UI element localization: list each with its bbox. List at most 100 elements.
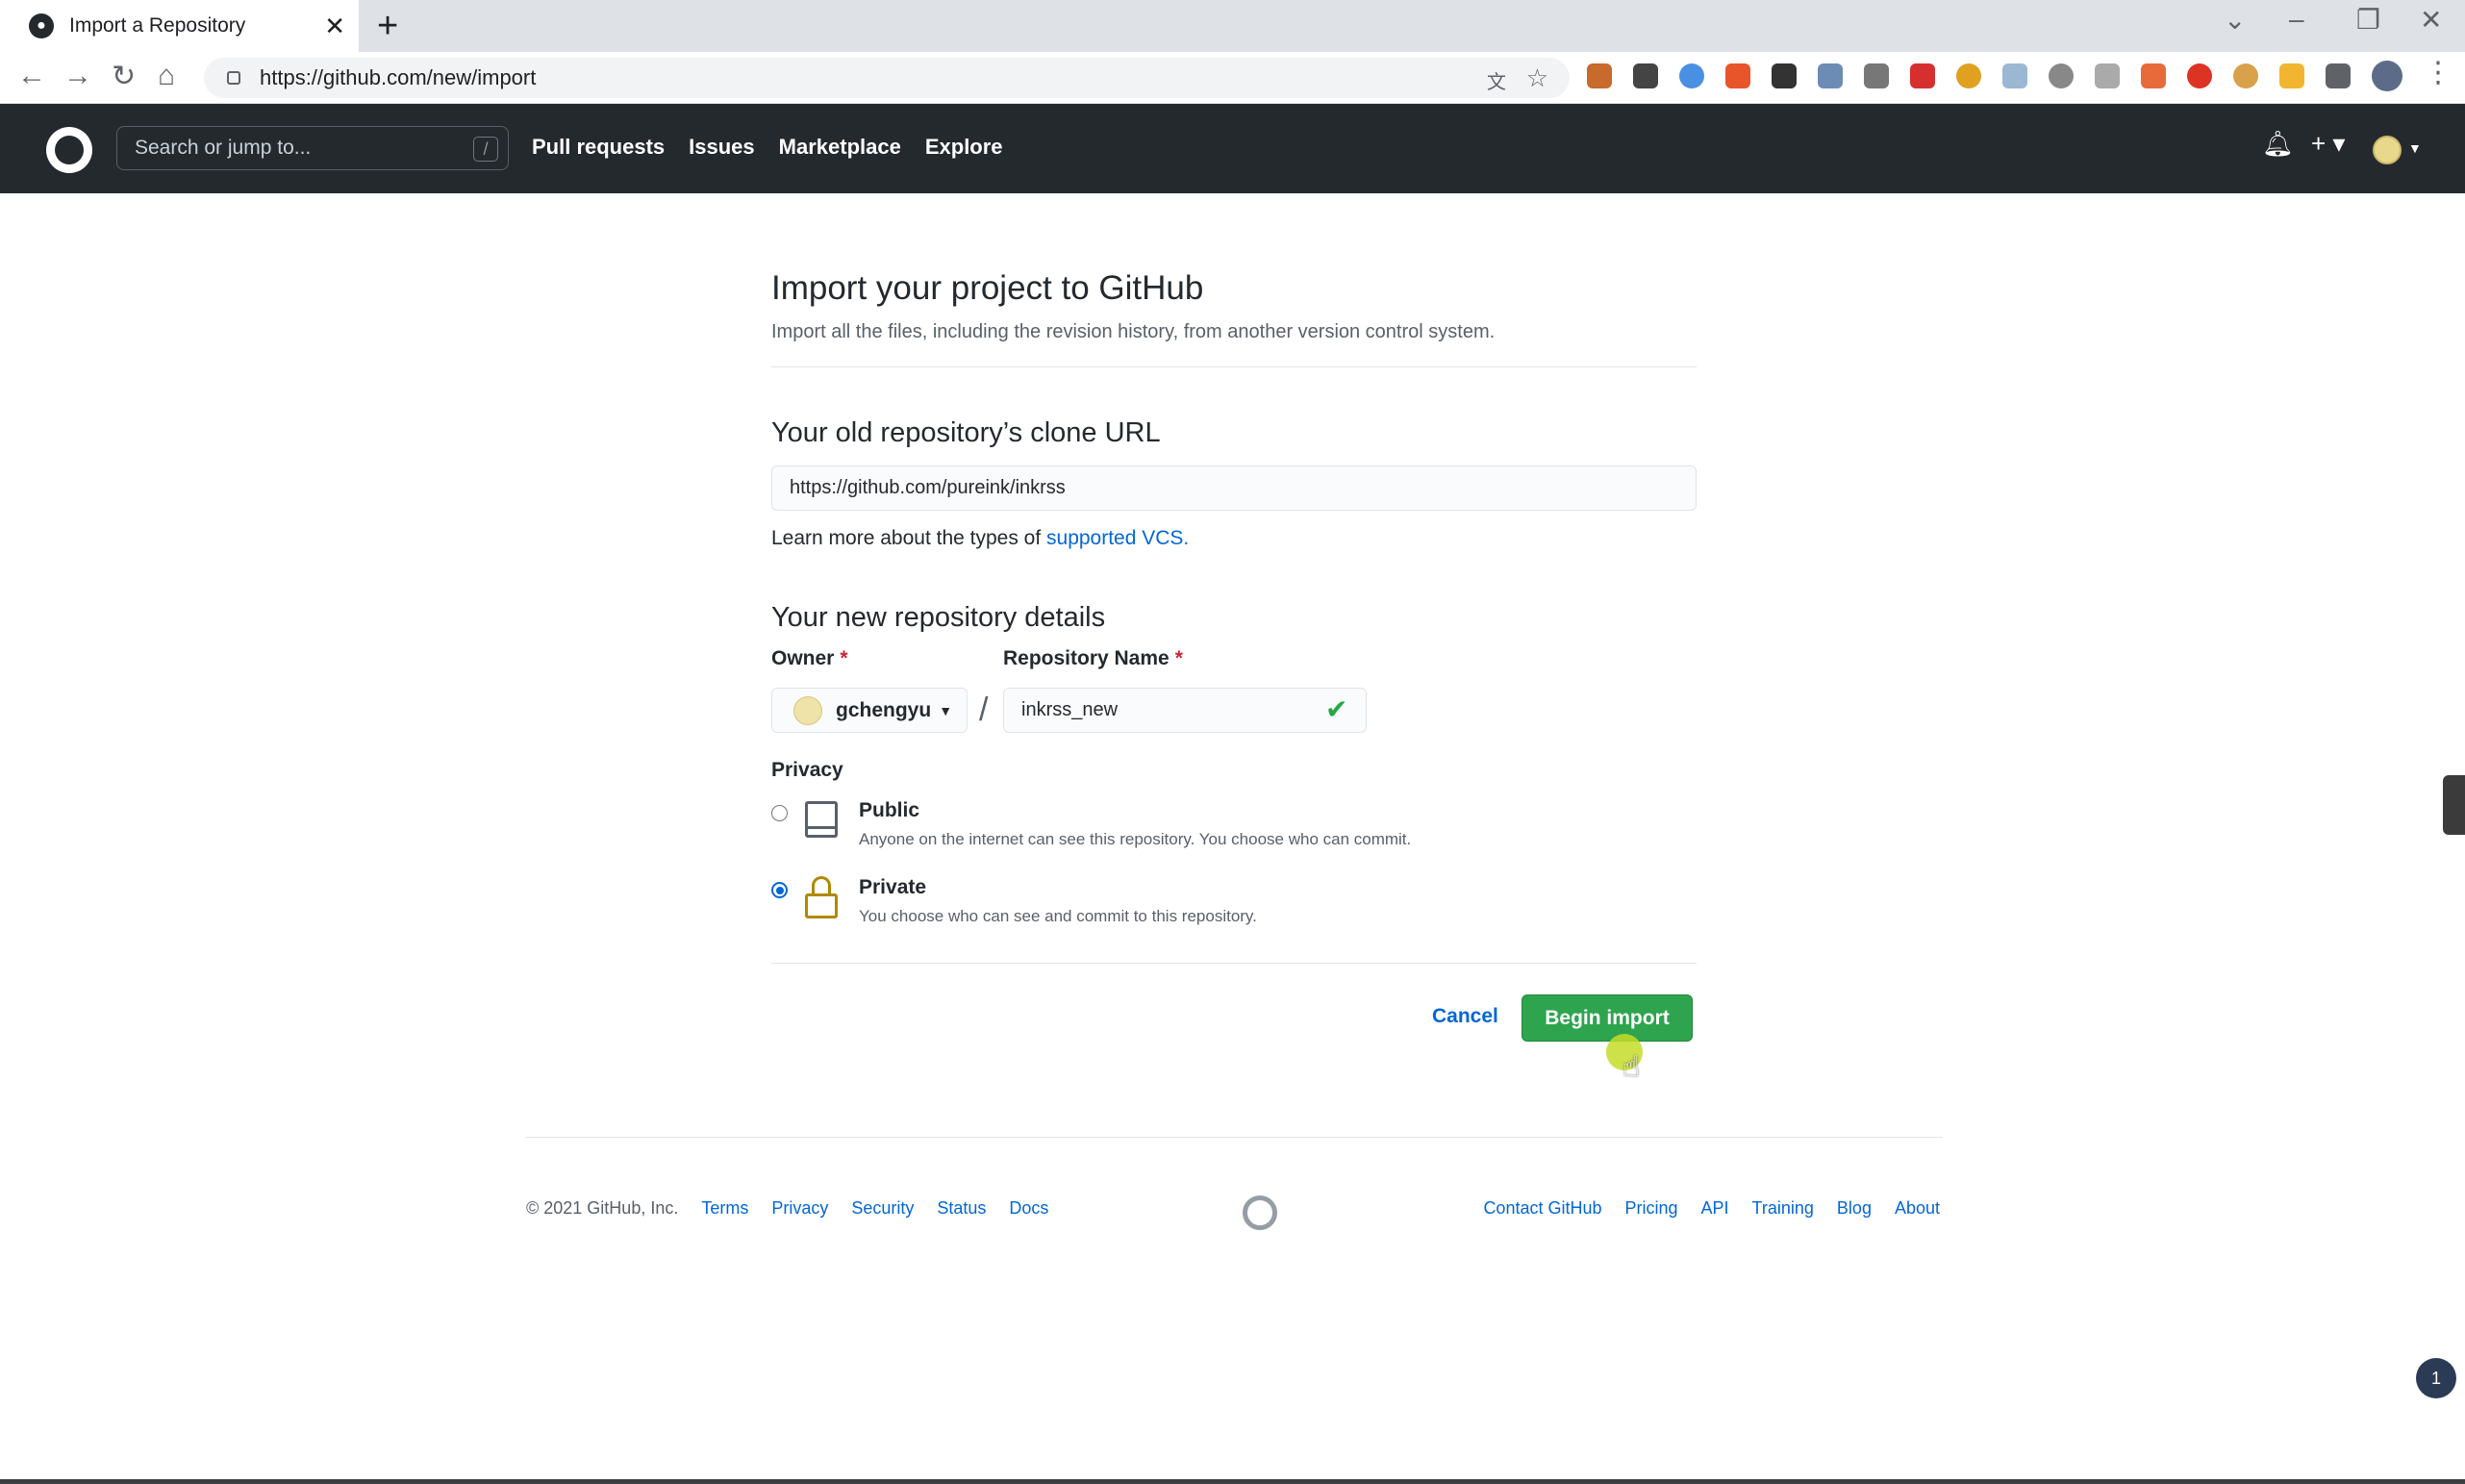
form-actions: Cancel Begin import <box>771 964 1697 1050</box>
repo-label-text: Repository Name <box>1003 647 1170 669</box>
privacy-public-option[interactable]: Public Anyone on the internet can see th… <box>771 799 1411 849</box>
vcs-hint: Learn more about the types of supported … <box>771 527 1697 550</box>
restore-icon[interactable]: ❐ <box>2356 4 2380 36</box>
footer-link-security[interactable]: Security <box>851 1198 914 1219</box>
extension-icon[interactable] <box>1725 63 1750 88</box>
repo-book-icon <box>805 799 838 843</box>
public-description: Anyone on the internet can see this repo… <box>859 830 1412 848</box>
extensions-puzzle-icon[interactable] <box>2326 63 2351 88</box>
taskbar-edge <box>0 1479 2465 1484</box>
footer-link-training[interactable]: Training <box>1752 1198 1814 1219</box>
footer-link-docs[interactable]: Docs <box>1009 1198 1048 1219</box>
extension-icon[interactable] <box>1772 63 1797 88</box>
profile-dropdown-icon[interactable]: ⌄ <box>2224 4 2246 36</box>
home-icon[interactable]: ⌂ <box>158 60 175 92</box>
nav-explore[interactable]: Explore <box>925 135 1003 160</box>
browser-tab[interactable]: ● Import a Repository ✕ <box>0 0 359 52</box>
extension-icon[interactable] <box>1679 63 1704 88</box>
owner-avatar <box>793 695 822 725</box>
clone-url-heading: Your old repository’s clone URL <box>771 417 1161 448</box>
profile-avatar[interactable] <box>2372 61 2402 91</box>
import-form: Import your project to GitHub Import all… <box>771 260 1697 1050</box>
github-logo-icon[interactable] <box>46 127 92 173</box>
close-tab-icon[interactable]: ✕ <box>324 12 345 41</box>
public-title: Public <box>859 799 920 821</box>
lock-icon[interactable] <box>227 71 240 85</box>
close-window-icon[interactable]: ✕ <box>2420 4 2442 36</box>
extension-icon[interactable] <box>2002 63 2027 88</box>
extension-icon[interactable] <box>2141 63 2166 88</box>
public-radio[interactable] <box>771 805 788 821</box>
private-title: Private <box>859 876 927 898</box>
owner-name: gchengyu <box>836 698 932 721</box>
extensions-bar <box>1587 61 2402 91</box>
bookmark-star-icon[interactable]: ☆ <box>1526 63 1548 93</box>
extension-icon[interactable] <box>2279 63 2304 88</box>
copyright: © 2021 GitHub, Inc. <box>526 1198 679 1218</box>
footer-link-privacy[interactable]: Privacy <box>771 1198 828 1219</box>
minimize-icon[interactable]: – <box>2289 4 2304 35</box>
begin-import-button[interactable]: Begin import <box>1522 994 1693 1042</box>
private-radio[interactable] <box>771 882 788 898</box>
extension-icon[interactable] <box>2187 63 2212 88</box>
extension-icon[interactable] <box>2049 63 2074 88</box>
repo-name-input[interactable] <box>1003 688 1367 733</box>
footer-link-status[interactable]: Status <box>937 1198 986 1219</box>
cancel-button[interactable]: Cancel <box>1432 1005 1498 1028</box>
extension-icon[interactable] <box>1956 63 1981 88</box>
user-avatar[interactable] <box>2373 136 2402 164</box>
search-shortcut-key: / <box>473 137 498 162</box>
extension-icon[interactable] <box>1864 63 1889 88</box>
translate-icon[interactable]: 文 <box>1487 66 1506 94</box>
reload-icon[interactable]: ↻ <box>112 60 136 93</box>
extension-icon[interactable] <box>2095 63 2120 88</box>
side-panel-handle[interactable] <box>2443 775 2465 835</box>
page-subtitle: Import all the files, including the revi… <box>771 321 1496 342</box>
nav-marketplace[interactable]: Marketplace <box>779 135 901 160</box>
footer-link-terms[interactable]: Terms <box>701 1198 748 1219</box>
address-bar[interactable]: https://github.com/new/import 文 ☆ <box>204 58 1570 98</box>
forward-icon[interactable]: → <box>63 60 92 92</box>
footer-link-contact[interactable]: Contact GitHub <box>1483 1198 1601 1219</box>
owner-label-text: Owner <box>771 647 835 669</box>
chevron-down-icon[interactable]: ▼ <box>2408 140 2422 156</box>
vcs-hint-text: Learn more about the types of <box>771 527 1047 549</box>
required-mark: * <box>1174 647 1183 669</box>
owner-repo-separator: / <box>979 692 989 728</box>
owner-select-button[interactable]: gchengyu ▼ <box>771 688 968 733</box>
privacy-options: Public Anyone on the internet can see th… <box>771 799 1697 963</box>
github-header: / Pull requests Issues Marketplace Explo… <box>0 104 2465 193</box>
valid-check-icon: ✔ <box>1325 694 1348 724</box>
footer-divider <box>526 1137 1943 1138</box>
chevron-down-icon: ▼ <box>939 702 953 718</box>
owner-repo-labels: Owner * Repository Name * <box>771 647 1697 680</box>
github-favicon-icon: ● <box>29 13 54 38</box>
clone-url-input[interactable] <box>771 465 1697 511</box>
notification-badge[interactable]: 1 <box>2416 1358 2456 1398</box>
footer-link-blog[interactable]: Blog <box>1837 1198 1872 1219</box>
search-box[interactable]: / <box>116 126 509 170</box>
supported-vcs-link[interactable]: supported VCS. <box>1046 527 1189 549</box>
extension-icon[interactable] <box>1587 63 1612 88</box>
extension-icon[interactable] <box>1633 63 1658 88</box>
new-tab-icon[interactable]: + <box>377 6 398 47</box>
footer-link-pricing[interactable]: Pricing <box>1625 1198 1678 1219</box>
notifications-bell-icon[interactable]: 🔔︎ <box>2262 129 2294 159</box>
address-url: https://github.com/new/import <box>260 65 537 89</box>
browser-menu-icon[interactable]: ⋮ <box>2424 56 2452 89</box>
nav-pull-requests[interactable]: Pull requests <box>532 135 665 160</box>
extension-icon[interactable] <box>2233 63 2258 88</box>
privacy-private-option[interactable]: Private You choose who can see and commi… <box>771 876 1257 926</box>
nav-issues[interactable]: Issues <box>689 135 755 160</box>
create-new-plus-icon[interactable]: + ▾ <box>2311 129 2345 159</box>
divider <box>771 366 1697 367</box>
footer-link-api[interactable]: API <box>1701 1198 1729 1219</box>
search-input[interactable] <box>135 137 452 160</box>
back-icon[interactable]: ← <box>17 60 46 92</box>
footer-link-about[interactable]: About <box>1895 1198 1940 1219</box>
required-mark: * <box>840 647 848 669</box>
mouse-cursor-icon: ☝︎ <box>1622 1051 1641 1083</box>
github-footer-logo-icon[interactable] <box>1243 1195 1277 1230</box>
extension-icon[interactable] <box>1910 63 1935 88</box>
extension-icon[interactable] <box>1818 63 1843 88</box>
